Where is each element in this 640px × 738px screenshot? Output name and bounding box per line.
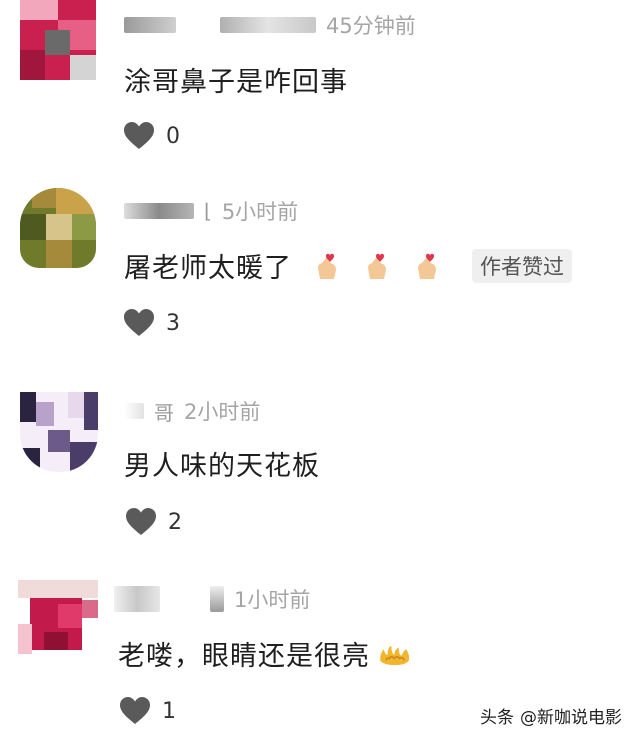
- comment-text: 老喽，眼睛还是很亮: [118, 641, 370, 672]
- comment-time: 5小时前: [221, 200, 299, 224]
- heart-icon[interactable]: [124, 122, 154, 150]
- like-count: 2: [168, 509, 182, 535]
- like-count: 0: [166, 123, 180, 149]
- heart-icon[interactable]: [124, 309, 154, 337]
- avatar[interactable]: [20, 188, 96, 268]
- comment-meta: 1小时前: [114, 584, 310, 614]
- comment-time: 2小时前: [184, 400, 261, 424]
- comment-meta: 45分钟前: [124, 10, 416, 40]
- comment-body: 涂哥鼻子是咋回事: [124, 60, 348, 99]
- username-redacted: [210, 586, 224, 612]
- comment-text: 屠老师太暖了: [124, 253, 292, 284]
- heart-icon[interactable]: [120, 697, 150, 725]
- comment-time: 1小时前: [234, 588, 311, 612]
- like-count: 1: [162, 698, 176, 724]
- like-button[interactable]: 3: [124, 309, 180, 337]
- comment-time: 45分钟前: [326, 14, 416, 38]
- heart-icon[interactable]: [126, 508, 156, 536]
- fire-icon: [378, 640, 410, 668]
- comment-text: 涂哥鼻子是咋回事: [124, 67, 348, 98]
- comment-body: 屠老师太暖了 作者赞过: [124, 246, 572, 285]
- avatar[interactable]: [20, 392, 98, 472]
- comment-body: 老喽，眼睛还是很亮: [118, 634, 410, 673]
- finger-heart-icon: [414, 252, 442, 280]
- comment-body: 男人味的天花板: [124, 444, 320, 483]
- comment-text: 男人味的天花板: [124, 451, 320, 482]
- like-count: 3: [166, 310, 180, 336]
- avatar[interactable]: [18, 580, 98, 660]
- watermark: 头条 @新咖说电影: [480, 703, 622, 728]
- username-redacted[interactable]: [124, 403, 144, 419]
- like-button[interactable]: 0: [124, 122, 180, 150]
- username-redacted[interactable]: [114, 586, 160, 612]
- like-button[interactable]: 2: [126, 508, 182, 536]
- avatar[interactable]: [20, 0, 96, 80]
- username-redacted: [220, 17, 316, 33]
- username-redacted[interactable]: [124, 17, 176, 33]
- username-fragment[interactable]: 哥: [154, 397, 174, 426]
- like-button[interactable]: 1: [120, 697, 176, 725]
- username-fragment: ⌊: [204, 199, 212, 223]
- finger-heart-icon: [364, 252, 392, 280]
- author-liked-badge: 作者赞过: [472, 248, 572, 283]
- username-redacted[interactable]: [124, 203, 194, 219]
- watermark-platform: 头条: [480, 708, 514, 728]
- finger-heart-icon: [314, 252, 342, 280]
- comment-meta: 哥 2小时前: [124, 396, 260, 426]
- comment-meta: ⌊ 5小时前: [124, 196, 298, 226]
- watermark-account: @新咖说电影: [520, 708, 622, 728]
